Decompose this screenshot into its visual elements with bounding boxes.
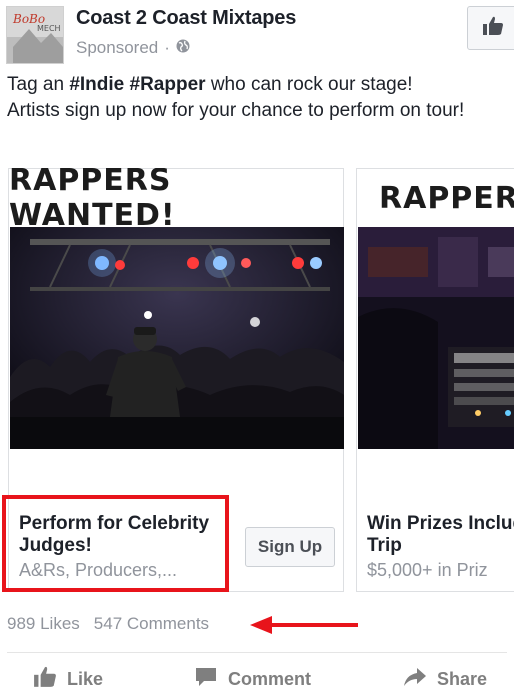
- card-headline: RAPPERS: [357, 169, 514, 227]
- card-subtitle: $5,000+ in Priz: [367, 560, 488, 580]
- share-icon: [403, 666, 427, 693]
- svg-text:MECH: MECH: [37, 24, 61, 33]
- concert-photo: [10, 227, 344, 449]
- action-bar: Like Comment Share: [0, 664, 514, 698]
- sponsored-row: Sponsored ·: [76, 38, 190, 58]
- share-label: Share: [437, 669, 488, 689]
- comments-count[interactable]: 547 Comments: [94, 614, 209, 634]
- globe-icon: [176, 38, 190, 58]
- hashtag-indie[interactable]: #Indie: [69, 74, 124, 95]
- post-text-suffix: who can rock our stage!: [205, 74, 413, 95]
- post-text: Tag an #Indie #Rapper who can rock our s…: [7, 72, 507, 124]
- engagement-stats: 989 Likes 547 Comments: [7, 614, 209, 634]
- comment-icon: [194, 666, 218, 693]
- hashtag-rapper[interactable]: #Rapper: [130, 74, 206, 95]
- dot-separator: ·: [164, 38, 170, 57]
- arrow-left-icon: [250, 614, 360, 636]
- page-avatar[interactable]: BoBo MECH: [6, 6, 64, 64]
- comment-label: Comment: [228, 669, 312, 689]
- card-headline: RAPPERS WANTED!: [9, 168, 343, 233]
- carousel-card-2[interactable]: RAPPERS Win Prizes Including Trip $5,000…: [356, 168, 514, 592]
- page-name[interactable]: Coast 2 Coast Mixtapes: [76, 7, 296, 30]
- thumbs-up-icon: [482, 16, 504, 41]
- card-title[interactable]: Win Prizes Including Trip: [367, 513, 514, 557]
- avatar-image: BoBo MECH: [7, 7, 63, 63]
- divider: [7, 652, 507, 653]
- like-label: Like: [67, 669, 104, 689]
- studio-photo: [358, 227, 514, 449]
- like-button[interactable]: Like: [33, 666, 103, 693]
- post-text-prefix: Tag an: [7, 74, 70, 95]
- sign-up-button[interactable]: Sign Up: [245, 527, 335, 567]
- post-text-line2: Artists sign up now for your chance to p…: [7, 100, 465, 121]
- post-header: BoBo MECH Coast 2 Coast Mixtapes Sponsor…: [0, 0, 514, 66]
- share-button[interactable]: Share: [403, 666, 487, 693]
- card-info: Win Prizes Including Trip $5,000+ in Pri…: [357, 499, 514, 593]
- like-page-button[interactable]: [467, 6, 514, 50]
- thumbs-up-icon: [33, 666, 57, 693]
- comment-button[interactable]: Comment: [194, 666, 311, 693]
- likes-count[interactable]: 989 Likes: [7, 614, 80, 634]
- sponsored-label[interactable]: Sponsored: [76, 38, 158, 58]
- highlight-box: [2, 495, 229, 592]
